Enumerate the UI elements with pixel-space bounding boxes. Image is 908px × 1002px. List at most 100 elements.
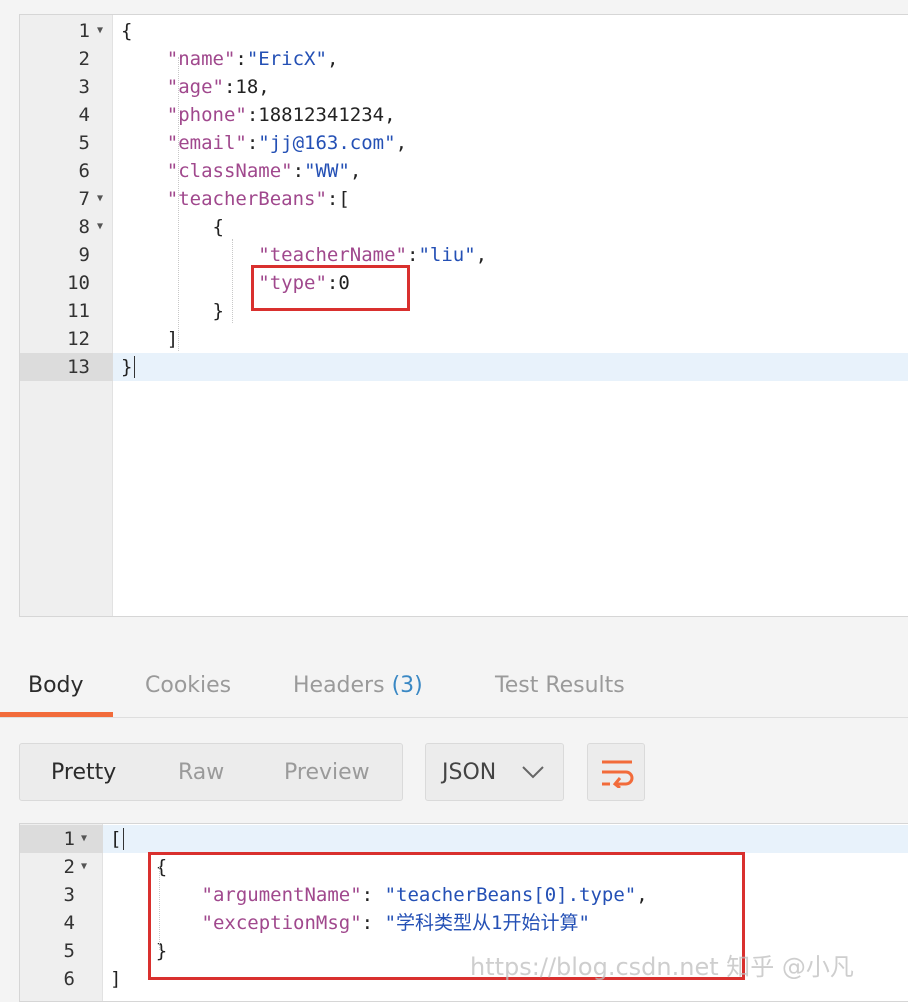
json-punctuation: ]	[121, 328, 179, 350]
request-line: 12 ]	[20, 325, 908, 353]
line-number-text: 1	[78, 20, 90, 42]
format-dropdown[interactable]: JSON	[425, 743, 564, 801]
json-punctuation: :	[235, 48, 247, 70]
json-punctuation	[121, 272, 258, 294]
line-number: 3	[20, 73, 113, 101]
tab-cookies[interactable]: Cookies	[145, 660, 231, 718]
line-number: 6	[20, 157, 113, 185]
active-tab-indicator	[0, 712, 113, 717]
json-punctuation	[121, 160, 167, 182]
line-number-text: 9	[78, 244, 90, 266]
request-line: 4 "phone":18812341234,	[20, 101, 908, 129]
line-number: 10	[20, 269, 113, 297]
json-punctuation	[121, 76, 167, 98]
request-line: 5 "email":"jj@163.com",	[20, 129, 908, 157]
code-text: "name":"EricX",	[121, 45, 339, 73]
line-number-text: 2	[63, 856, 75, 878]
line-number: 9	[20, 241, 113, 269]
line-number: 2	[20, 45, 113, 73]
line-number: 1 ▼	[20, 825, 103, 853]
view-mode-pretty[interactable]: Pretty	[51, 744, 116, 800]
code-text: ]	[121, 325, 178, 353]
view-mode-toggle: Pretty Raw Preview	[19, 743, 403, 801]
line-number-text: 12	[67, 328, 90, 350]
line-number: 11	[20, 297, 113, 325]
json-punctuation: ,	[326, 48, 339, 70]
line-number-text: 4	[78, 104, 90, 126]
line-number: 13	[20, 353, 113, 381]
line-number: 6	[20, 965, 103, 993]
request-line: 7 ▼ "teacherBeans":[	[20, 185, 908, 213]
tab-body[interactable]: Body	[28, 660, 84, 718]
line-number-text: 4	[63, 912, 75, 934]
json-punctuation: :18,	[223, 76, 270, 98]
request-line: 10 "type":0	[20, 269, 908, 297]
response-tabs: Body Cookies Headers (3) Test Results	[0, 660, 908, 718]
request-line: 9 "teacherName":"liu",	[20, 241, 908, 269]
line-number-text: 3	[78, 76, 90, 98]
line-number-text: 2	[78, 48, 90, 70]
json-punctuation	[121, 132, 167, 154]
json-punctuation: }	[121, 300, 224, 322]
request-body-editor[interactable]: 1 ▼{2 "name":"EricX", 3 "age":18, 4 "phone"…	[19, 14, 908, 617]
watermark: https://blog.csdn.net 知乎 @小凡	[470, 953, 854, 981]
json-punctuation: {	[121, 216, 224, 238]
line-number-text: 5	[78, 132, 90, 154]
line-number: 1 ▼	[20, 17, 113, 45]
json-punctuation: :	[246, 132, 259, 154]
code-text: "className":"WW",	[121, 157, 362, 185]
fold-arrow-icon[interactable]: ▼	[97, 185, 103, 213]
wrap-lines-button[interactable]	[587, 743, 645, 801]
json-punctuation	[121, 244, 258, 266]
text-cursor: ​	[134, 356, 136, 378]
request-line: 13}​	[20, 353, 908, 381]
request-line: 11 }	[20, 297, 908, 325]
fold-arrow-icon[interactable]: ▼	[81, 825, 87, 853]
tab-test-results-label: Test Results	[495, 673, 625, 698]
format-selected-value: JSON	[442, 760, 497, 785]
tab-body-label: Body	[28, 673, 84, 698]
request-line: 3 "age":18,	[20, 73, 908, 101]
code-text: }​	[121, 353, 136, 381]
line-number-text: 3	[63, 884, 75, 906]
tab-cookies-label: Cookies	[145, 673, 232, 698]
fold-arrow-icon[interactable]: ▼	[97, 213, 103, 241]
json-punctuation: :	[292, 160, 305, 182]
json-string: "jj@163.com"	[258, 132, 396, 154]
json-punctuation: [	[110, 828, 122, 850]
line-number: 3	[20, 881, 103, 909]
line-number-text: 8	[78, 216, 90, 238]
json-punctuation: ,	[349, 160, 362, 182]
json-punctuation: }	[121, 356, 133, 378]
code-text: ]	[110, 965, 121, 993]
code-text: }	[121, 297, 224, 325]
json-string: "EricX"	[246, 48, 327, 70]
tab-headers[interactable]: Headers (3)	[293, 660, 423, 718]
tab-headers-label: Headers	[293, 673, 385, 698]
line-number: 4	[20, 101, 113, 129]
text-cursor: ​	[123, 828, 125, 850]
line-number-text: 6	[78, 160, 90, 182]
view-mode-preview[interactable]: Preview	[284, 744, 370, 800]
line-number: 4	[20, 909, 103, 937]
json-key: "teacherName"	[258, 244, 407, 266]
line-number: 5	[20, 129, 113, 157]
tab-test-results[interactable]: Test Results	[495, 660, 625, 718]
view-mode-raw[interactable]: Raw	[178, 744, 224, 800]
request-line: 2 "name":"EricX",	[20, 45, 908, 73]
line-number-text: 6	[63, 968, 75, 990]
json-punctuation: {	[121, 20, 133, 42]
code-text: [​	[110, 825, 125, 853]
json-key: "age"	[166, 76, 224, 98]
fold-arrow-icon[interactable]: ▼	[97, 17, 103, 45]
json-punctuation	[121, 104, 167, 126]
indent-guide	[232, 239, 233, 323]
json-punctuation: :18812341234,	[246, 104, 396, 126]
fold-arrow-icon[interactable]: ▼	[81, 853, 87, 881]
response-line: 1▼[​	[20, 825, 908, 853]
line-number: 2 ▼	[20, 853, 103, 881]
line-number-text: 1	[63, 828, 75, 850]
json-punctuation: :	[407, 244, 419, 266]
json-key: "teacherBeans"	[166, 188, 327, 210]
code-text: {	[121, 213, 224, 241]
